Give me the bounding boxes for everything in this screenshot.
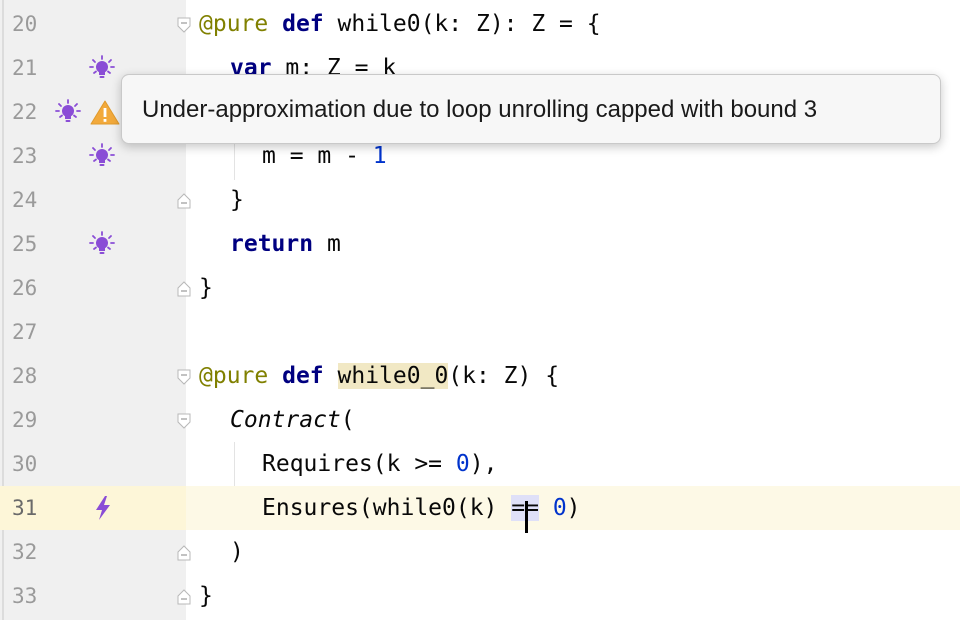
line-number: 28 xyxy=(12,364,38,388)
code-line-25[interactable]: 25 return m xyxy=(0,222,960,266)
line-number: 32 xyxy=(12,540,38,564)
code-line-20[interactable]: 20 @pure def while0(k: Z): Z = { xyxy=(0,2,960,46)
fold-close-icon[interactable] xyxy=(177,545,191,561)
code-line-33[interactable]: 33 } xyxy=(0,574,960,618)
code-text: @pure def while0(k: Z): Z = { xyxy=(199,11,601,37)
warning-icon[interactable] xyxy=(90,99,120,125)
code-line-32[interactable]: 32 ) xyxy=(0,530,960,574)
warning-tooltip: Under-approximation due to loop unrollin… xyxy=(121,74,941,144)
code-line-30[interactable]: 30 Requires(k >= 0), xyxy=(0,442,960,486)
code-text: } xyxy=(199,583,213,609)
line-number: 21 xyxy=(12,56,38,80)
line-number: 20 xyxy=(12,12,38,36)
line-number: 22 xyxy=(12,100,38,124)
line-number: 31 xyxy=(12,496,38,520)
code-line-24[interactable]: 24 } xyxy=(0,178,960,222)
bulb-icon[interactable] xyxy=(55,99,81,125)
line-number: 30 xyxy=(12,452,38,476)
code-text: Requires(k >= 0), xyxy=(262,451,498,477)
code-text: return m xyxy=(230,231,341,257)
fold-close-icon[interactable] xyxy=(177,281,191,297)
code-text: ) xyxy=(230,539,244,565)
fold-open-icon[interactable] xyxy=(177,369,191,385)
fold-close-icon[interactable] xyxy=(177,193,191,209)
line-number: 24 xyxy=(12,188,38,212)
line-number: 33 xyxy=(12,584,38,608)
bulb-icon[interactable] xyxy=(89,55,115,81)
bulb-icon[interactable] xyxy=(89,231,115,257)
line-number: 23 xyxy=(12,144,38,168)
code-line-26[interactable]: 26 } xyxy=(0,266,960,310)
line-number: 25 xyxy=(12,232,38,256)
code-line-27[interactable]: 27 xyxy=(0,310,960,354)
code-text: } xyxy=(199,275,213,301)
lightning-icon[interactable] xyxy=(90,495,116,521)
code-line-28[interactable]: 28 @pure def while0_0(k: Z) { xyxy=(0,354,960,398)
code-text: @pure def while0_0(k: Z) { xyxy=(199,363,560,389)
code-text: } xyxy=(230,187,244,213)
code-text: Contract( xyxy=(230,407,355,433)
fold-close-icon[interactable] xyxy=(177,589,191,605)
code-text: Ensures(while0(k) == 0) xyxy=(262,486,581,533)
line-number: 27 xyxy=(12,320,38,344)
code-line-29[interactable]: 29 Contract( xyxy=(0,398,960,442)
fold-open-icon[interactable] xyxy=(177,17,191,33)
line-number: 26 xyxy=(12,276,38,300)
line-number: 29 xyxy=(12,408,38,432)
code-line-31[interactable]: 31 Ensures(while0(k) == 0) xyxy=(0,486,960,533)
bulb-icon[interactable] xyxy=(89,143,115,169)
fold-open-icon[interactable] xyxy=(177,413,191,429)
text-caret xyxy=(525,501,529,533)
